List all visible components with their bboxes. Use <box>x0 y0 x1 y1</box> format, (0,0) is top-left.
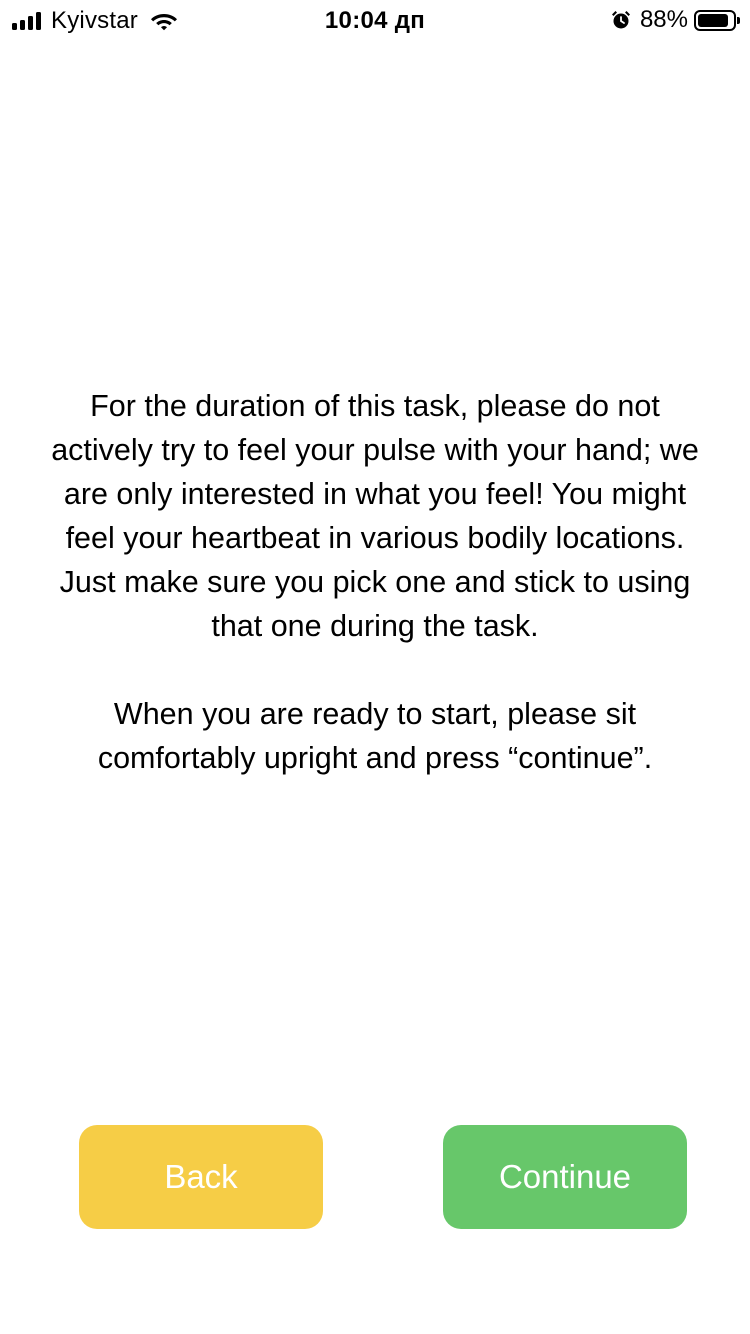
alarm-icon <box>611 11 630 29</box>
instructions-paragraph-2: When you are ready to start, please sit … <box>97 697 653 775</box>
battery-percent: 88% <box>639 6 688 33</box>
status-right: 88% <box>610 6 740 33</box>
status-bar: Kyivstar 10:04 дп 88% <box>0 0 750 40</box>
continue-button[interactable]: Continue <box>443 1125 687 1229</box>
back-button[interactable]: Back <box>79 1125 323 1229</box>
battery-fill <box>698 13 728 27</box>
instructions-text: For the duration of this task, please do… <box>50 384 700 780</box>
battery-cap <box>737 16 740 24</box>
battery-icon <box>694 9 740 31</box>
instructions-paragraph-1: For the duration of this task, please do… <box>51 389 699 643</box>
screen: Kyivstar 10:04 дп 88% For the duration o… <box>0 0 750 1334</box>
